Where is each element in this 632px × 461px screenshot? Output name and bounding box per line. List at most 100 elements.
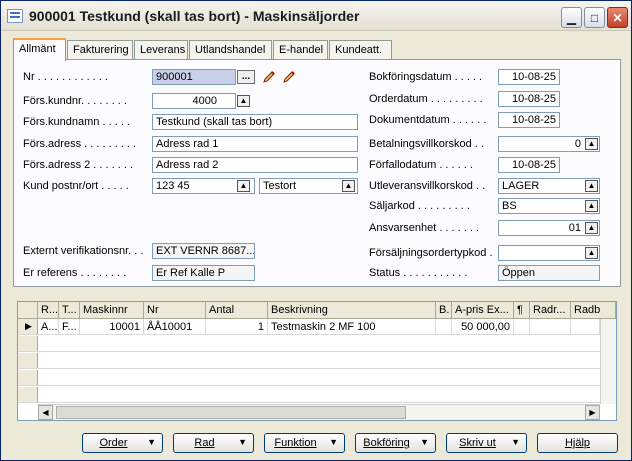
nr-field[interactable]: 900001 — [152, 69, 236, 85]
hjalp-button[interactable]: Hjälp — [537, 433, 618, 453]
orderdatum-field[interactable]: 10-08-25 — [498, 91, 560, 107]
orderdatum-label: Orderdatum . . . . . . . . . — [369, 93, 483, 105]
cell[interactable] — [514, 319, 530, 335]
adress2-field[interactable]: Adress rad 2 — [152, 157, 358, 173]
col-header[interactable]: ¶ — [514, 302, 530, 319]
cell[interactable]: 1 — [206, 319, 268, 335]
empty-row[interactable] — [18, 353, 600, 369]
scroll-right-icon[interactable]: ▶ — [585, 405, 600, 420]
edit-pencil-icon[interactable] — [262, 70, 276, 84]
table-row[interactable]: A... F... 10001 ÅÅ10001 1 Testmaskin 2 M… — [18, 319, 600, 335]
title-bar: 900001 Testkund (skall tas bort) - Maski… — [1, 1, 631, 31]
general-panel: Nr . . . . . . . . . . . . 900001 ... Fö… — [13, 59, 621, 287]
erref-label: Er referens . . . . . . . . — [23, 267, 127, 279]
minimize-button[interactable]: ▁ — [561, 7, 582, 28]
lookup-arrow-icon[interactable]: ▲ — [342, 180, 355, 192]
skriv-ut-button[interactable]: Skriv ut ▼ — [446, 433, 527, 453]
tab-e-handel[interactable]: E-handel — [273, 40, 328, 60]
betvillkor-label: Betalningsvillkorskod . . — [369, 138, 484, 150]
funktion-button-label: Funktion — [274, 437, 317, 449]
header-selector — [18, 302, 38, 319]
col-header[interactable]: Beskrivning — [268, 302, 436, 319]
horizontal-scrollbar[interactable]: ◀ ▶ — [38, 404, 600, 420]
dokdatum-label: Dokumentdatum . . . . . . — [369, 114, 487, 126]
saljarkod-label: Säljarkod . . . . . . . . . — [369, 200, 470, 212]
empty-row[interactable] — [18, 387, 600, 403]
cell[interactable]: F... — [59, 319, 80, 335]
vertical-scrollbar[interactable] — [600, 319, 616, 404]
lookup-arrow-icon[interactable]: ▲ — [585, 222, 598, 234]
cell[interactable] — [530, 319, 571, 335]
assist-edit-button[interactable]: ... — [237, 70, 255, 84]
status-field: Öppen — [498, 265, 600, 281]
edit-pencil-icon[interactable] — [282, 70, 296, 84]
maximize-button[interactable]: □ — [584, 7, 605, 28]
empty-row[interactable] — [18, 370, 600, 386]
col-header[interactable]: Nr — [144, 302, 206, 319]
lookup-arrow-icon[interactable]: ▲ — [585, 138, 598, 150]
close-button[interactable]: ✕ — [607, 7, 628, 28]
bokforing-button[interactable]: Bokföring ▼ — [355, 433, 436, 453]
tab-utlandshandel[interactable]: Utlandshandel — [189, 40, 272, 60]
order-lines-grid: R... T... Maskinnr Nr Antal Beskrivning … — [17, 301, 617, 421]
adress-field[interactable]: Adress rad 1 — [152, 136, 358, 152]
tab-leverans[interactable]: Leverans — [134, 40, 188, 60]
forfallodatum-field[interactable]: 10-08-25 — [498, 157, 560, 173]
scroll-thumb[interactable] — [56, 406, 406, 419]
extvernr-field[interactable]: EXT VERNR 8687... — [152, 243, 255, 259]
tab-fakturering[interactable]: Fakturering — [67, 40, 133, 60]
bokfdatum-label: Bokföringsdatum . . . . . — [369, 71, 483, 83]
cell[interactable]: ÅÅ10001 — [144, 319, 206, 335]
lookup-arrow-icon[interactable]: ▲ — [237, 95, 250, 107]
bokforing-button-label: Bokföring — [363, 437, 410, 449]
lookup-arrow-icon[interactable]: ▲ — [585, 247, 598, 259]
rad-button-label: Rad — [194, 437, 215, 449]
tab-allmant[interactable]: Allmänt — [13, 38, 66, 61]
order-button[interactable]: Order ▼ — [82, 433, 163, 453]
cell[interactable] — [571, 319, 600, 335]
col-header[interactable]: R... — [38, 302, 59, 319]
cell[interactable]: 50 000,00 — [452, 319, 514, 335]
col-header[interactable]: Radb — [571, 302, 616, 319]
empty-row[interactable] — [18, 336, 600, 352]
hjalp-button-label: Hjälp — [564, 437, 591, 449]
col-header[interactable]: Antal — [206, 302, 268, 319]
cell[interactable]: 10001 — [80, 319, 144, 335]
erref-field[interactable]: Er Ref Kalle P — [152, 265, 255, 281]
forsordertyp-label: Försäljningsordertypkod . — [369, 247, 493, 259]
order-window: 900001 Testkund (skall tas bort) - Maski… — [0, 0, 632, 461]
tab-kundeatt[interactable]: Kundeatt. — [329, 40, 392, 60]
form-icon — [7, 9, 23, 23]
scroll-left-icon[interactable]: ◀ — [38, 405, 53, 420]
postnr-label: Kund postnr/ort . . . . . — [23, 180, 129, 192]
dokdatum-field[interactable]: 10-08-25 — [498, 112, 560, 128]
dropdown-arrow-icon: ▼ — [238, 437, 247, 447]
col-header[interactable]: B. — [436, 302, 452, 319]
col-header[interactable]: T... — [59, 302, 80, 319]
window-title: 900001 Testkund (skall tas bort) - Maski… — [29, 8, 360, 24]
forfallodatum-label: Förfallodatum . . . . . . — [369, 159, 473, 171]
utlevvillkor-label: Utleveransvillkorskod . . — [369, 180, 486, 192]
status-label: Status . . . . . . . . . . . — [369, 267, 468, 279]
cell[interactable]: Testmaskin 2 MF 100 — [268, 319, 436, 335]
skriv-ut-button-label: Skriv ut — [459, 437, 496, 449]
dropdown-arrow-icon: ▼ — [511, 437, 520, 447]
dropdown-arrow-icon: ▼ — [147, 437, 156, 447]
lookup-arrow-icon[interactable]: ▲ — [585, 180, 598, 192]
cell[interactable] — [436, 319, 452, 335]
extvernr-label: Externt verifikationsnr. . . — [23, 245, 144, 257]
rad-button[interactable]: Rad ▼ — [173, 433, 254, 453]
funktion-button[interactable]: Funktion ▼ — [264, 433, 345, 453]
kundnamn-field[interactable]: Testkund (skall tas bort) — [152, 114, 358, 130]
lookup-arrow-icon[interactable]: ▲ — [237, 180, 250, 192]
adress-label: Förs.adress . . . . . . . . . — [23, 138, 137, 150]
bokfdatum-field[interactable]: 10-08-25 — [498, 69, 560, 85]
lookup-arrow-icon[interactable]: ▲ — [585, 200, 598, 212]
col-header[interactable]: Maskinnr — [80, 302, 144, 319]
col-header[interactable]: A-pris Ex... — [452, 302, 514, 319]
col-header[interactable]: Radr... — [530, 302, 571, 319]
cell[interactable]: A... — [38, 319, 59, 335]
adress2-label: Förs.adress 2 . . . . . . . — [23, 159, 134, 171]
dropdown-arrow-icon: ▼ — [420, 437, 429, 447]
kundnr-field[interactable]: 4000 — [152, 93, 236, 109]
